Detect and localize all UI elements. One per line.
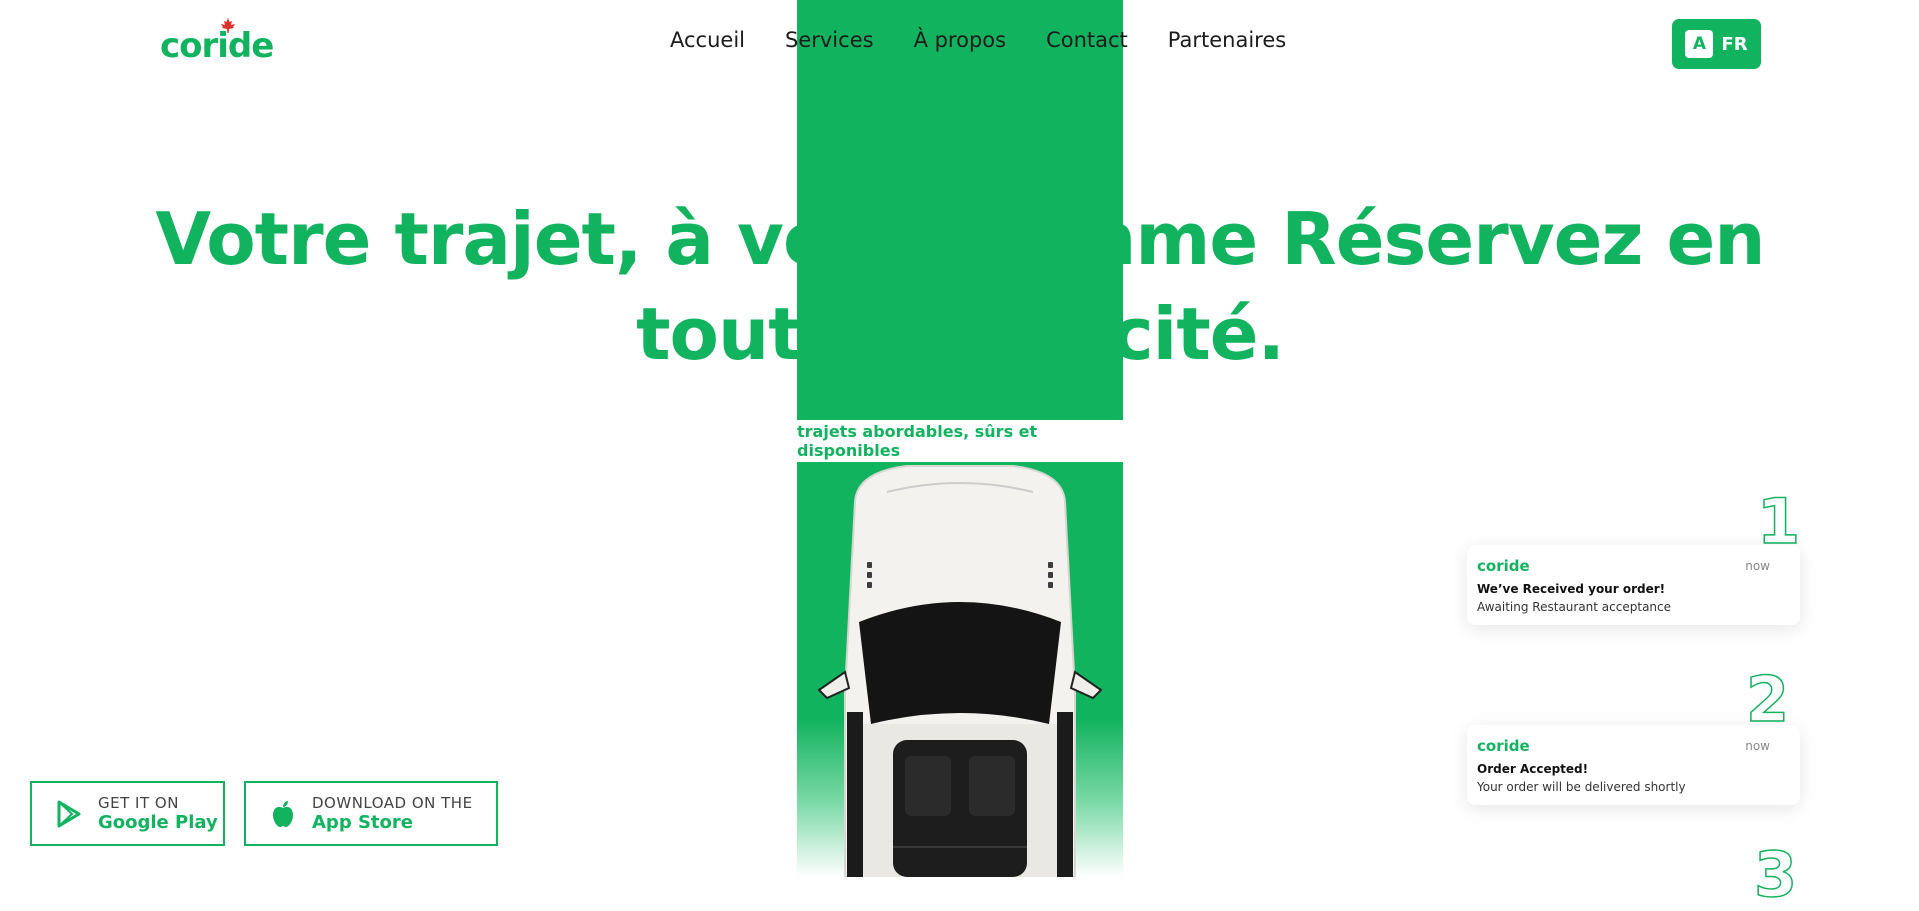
nav-item-a-propos[interactable]: À propos [914, 28, 1007, 52]
nav-item-accueil[interactable]: Accueil [670, 28, 745, 52]
app-store-button[interactable]: DOWNLOAD ON THE App Store [244, 781, 498, 846]
notification-body: Awaiting Restaurant acceptance [1477, 600, 1672, 614]
nav-item-contact[interactable]: Contact [1046, 28, 1128, 52]
hero-tagline: trajets abordables, sûrs et disponibles [797, 422, 1038, 460]
main-nav: Accueil Services À propos Contact Parten… [670, 28, 1286, 52]
google-play-label: Google Play [98, 812, 218, 833]
hero-title: Votre trajet, à votre rythme Réservez en… [155, 197, 1765, 376]
notification-logo: coride [1477, 557, 1530, 575]
logo-text: coride [160, 26, 274, 66]
notification-title: Order Accepted! [1477, 762, 1589, 776]
tagline-strip: trajets abordables, sûrs et disponibles [797, 420, 1123, 462]
translate-icon: A [1685, 30, 1714, 58]
apple-icon [266, 800, 300, 828]
notification-logo: coride [1477, 737, 1530, 755]
nav-item-partenaires[interactable]: Partenaires [1168, 28, 1286, 52]
car-image-panel [797, 462, 1123, 877]
notification-card-1: coride now We’ve Received your order! Aw… [1467, 545, 1800, 625]
notification-time: now [1745, 559, 1770, 573]
notification-card-2: coride now Order Accepted! Your order wi… [1467, 725, 1800, 805]
google-play-button[interactable]: GET IT ON Google Play [30, 781, 225, 846]
step-number-3: 3 [1753, 837, 1798, 911]
notification-title: We’ve Received your order! [1477, 582, 1666, 596]
language-label: FR [1721, 33, 1748, 55]
notification-body: Your order will be delivered shortly [1477, 780, 1686, 794]
coride-logo[interactable]: coride [160, 18, 280, 66]
google-play-small-label: GET IT ON [98, 794, 179, 812]
nav-item-services[interactable]: Services [785, 28, 874, 52]
car-image [817, 465, 1103, 877]
language-switch-button[interactable]: A FR [1672, 19, 1761, 69]
play-icon [52, 800, 86, 828]
app-store-label: App Store [312, 812, 413, 833]
app-store-small-label: DOWNLOAD ON THE [312, 794, 473, 812]
notification-time: now [1745, 739, 1770, 753]
